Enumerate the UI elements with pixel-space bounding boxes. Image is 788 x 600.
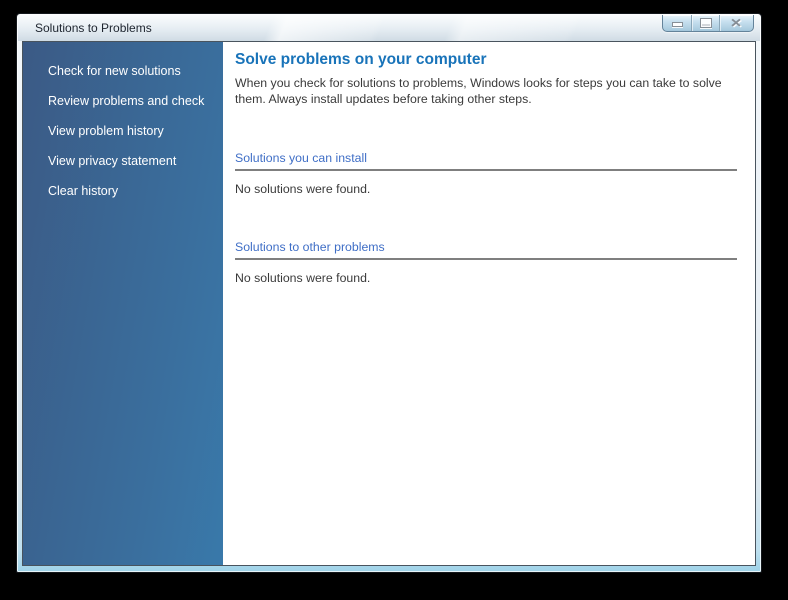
maximize-button[interactable]: [691, 15, 719, 31]
sidebar-item-view-problem-history[interactable]: View problem history: [48, 125, 213, 138]
window-controls: ✕: [662, 15, 754, 32]
section-divider: [235, 169, 737, 171]
titlebar[interactable]: Solutions to Problems ✕: [18, 15, 760, 41]
section-header: Solutions to other problems: [235, 240, 385, 254]
section-solutions-you-can-install: Solutions you can install No solutions w…: [235, 151, 737, 196]
main-panel: Solve problems on your computer When you…: [223, 42, 755, 565]
solutions-to-problems-window: Solutions to Problems ✕ Check for new so…: [16, 13, 762, 573]
sidebar: Check for new solutions Review problems …: [23, 42, 223, 565]
window-title: Solutions to Problems: [35, 21, 152, 35]
sidebar-item-check-for-new-solutions[interactable]: Check for new solutions: [48, 65, 213, 78]
maximize-icon: [699, 18, 712, 28]
section-divider: [235, 258, 737, 260]
section-message: No solutions were found.: [235, 271, 371, 285]
section-solutions-to-other-problems: Solutions to other problems No solutions…: [235, 240, 737, 285]
page-title: Solve problems on your computer: [235, 51, 487, 68]
minimize-button[interactable]: [663, 15, 691, 31]
close-button[interactable]: ✕: [719, 15, 753, 31]
close-icon: ✕: [730, 16, 743, 30]
sidebar-item-review-problems-and-check[interactable]: Review problems and check: [48, 95, 213, 108]
section-message: No solutions were found.: [235, 182, 371, 196]
page-description: When you check for solutions to problems…: [235, 76, 722, 106]
minimize-icon: [671, 22, 683, 27]
sidebar-item-view-privacy-statement[interactable]: View privacy statement: [48, 155, 213, 168]
sidebar-item-clear-history[interactable]: Clear history: [48, 185, 213, 198]
section-header: Solutions you can install: [235, 151, 367, 165]
content-area: Check for new solutions Review problems …: [22, 41, 756, 566]
